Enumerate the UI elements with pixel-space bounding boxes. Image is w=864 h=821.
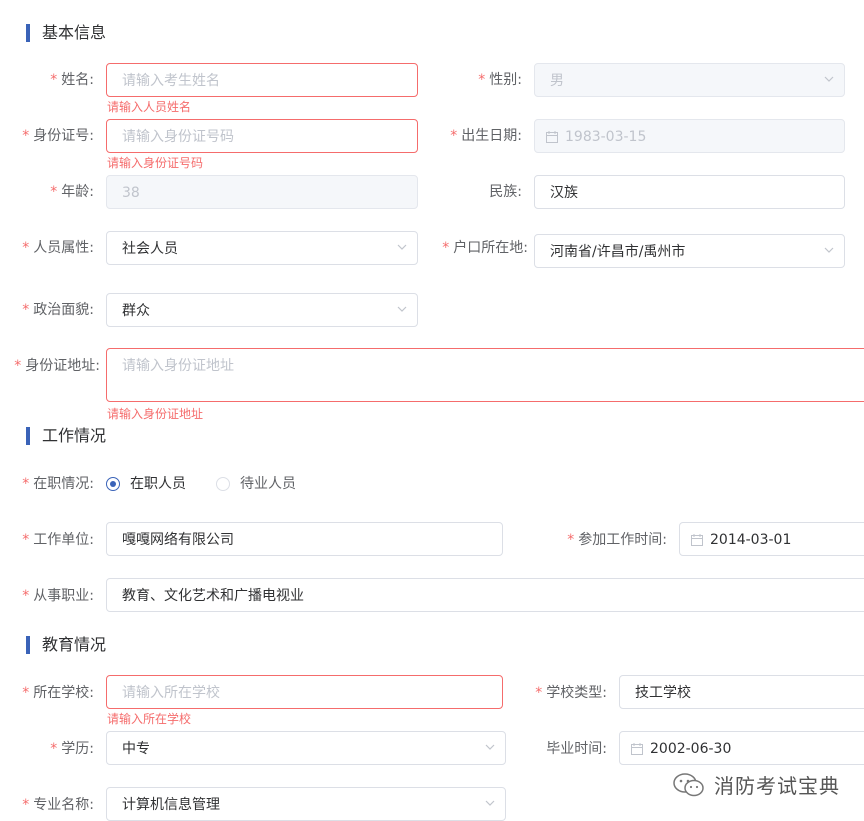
id-address-error: 请输入身份证地址: [107, 407, 204, 421]
radio-employed[interactable]: 在职人员: [106, 474, 186, 494]
calendar-icon: [630, 742, 644, 756]
chevron-down-icon: [485, 743, 495, 751]
gender-label: * 性别:: [478, 72, 522, 88]
ethnicity-label: 民族:: [489, 184, 522, 200]
occupation-select[interactable]: 教育、文化艺术和广播电视业: [106, 578, 864, 612]
gender-select[interactable]: 男: [534, 63, 845, 97]
wechat-icon: [672, 772, 706, 798]
chevron-down-icon: [485, 799, 495, 807]
school-type-label: * 学校类型:: [535, 685, 607, 701]
major-select[interactable]: 计算机信息管理: [106, 787, 506, 821]
calendar-icon: [545, 130, 559, 144]
chevron-down-icon: [824, 246, 834, 254]
id-number-input[interactable]: 请输入身份证号码: [106, 119, 418, 153]
section-title-basic: 基本信息: [42, 23, 107, 42]
degree-select[interactable]: 中专: [106, 731, 506, 765]
employer-input[interactable]: 嘎嘎网络有限公司: [106, 522, 503, 556]
id-address-label: * 身份证地址:: [14, 358, 100, 374]
name-label: * 姓名:: [50, 72, 94, 88]
name-input[interactable]: 请输入考生姓名: [106, 63, 418, 97]
calendar-icon: [690, 533, 704, 547]
section-title-work: 工作情况: [42, 426, 107, 445]
radio-unemployed[interactable]: 待业人员: [216, 474, 296, 494]
age-input[interactable]: 38: [106, 175, 418, 209]
section-bar: [26, 636, 30, 654]
school-input[interactable]: 请输入所在学校: [106, 675, 503, 709]
work-status-label: * 在职情况:: [22, 476, 94, 492]
id-number-label: * 身份证号:: [22, 128, 94, 144]
ethnicity-input[interactable]: 汉族: [534, 175, 845, 209]
id-number-error: 请输入身份证号码: [107, 156, 204, 170]
political-select[interactable]: 群众: [106, 293, 418, 327]
chevron-down-icon: [824, 75, 834, 83]
household-label: * 户口所在地:: [442, 240, 528, 256]
grad-date-picker[interactable]: 2002-06-30: [619, 731, 864, 765]
person-type-select[interactable]: 社会人员: [106, 231, 418, 265]
section-bar: [26, 427, 30, 445]
school-error: 请输入所在学校: [107, 712, 192, 726]
school-type-select[interactable]: 技工学校: [619, 675, 864, 709]
section-title-edu: 教育情况: [42, 635, 107, 654]
occupation-label: * 从事职业:: [22, 588, 94, 604]
start-date-label: * 参加工作时间:: [567, 532, 667, 548]
name-error: 请输入人员姓名: [107, 100, 192, 114]
degree-label: * 学历:: [50, 741, 94, 757]
section-bar: [26, 24, 30, 42]
person-type-label: * 人员属性:: [22, 240, 94, 256]
chevron-down-icon: [397, 243, 407, 251]
school-label: * 所在学校:: [22, 685, 94, 701]
chevron-down-icon: [397, 305, 407, 313]
radio-dot: [216, 477, 230, 491]
watermark: 消防考试宝典: [672, 770, 840, 799]
major-label: * 专业名称:: [22, 797, 94, 813]
age-label: * 年龄:: [50, 184, 94, 200]
radio-dot: [106, 477, 120, 491]
birth-date-label: * 出生日期:: [450, 128, 522, 144]
political-label: * 政治面貌:: [22, 302, 94, 318]
birth-date-picker[interactable]: 1983-03-15: [534, 119, 845, 153]
grad-date-label: 毕业时间:: [546, 741, 607, 757]
id-address-textarea[interactable]: 请输入身份证地址: [106, 348, 864, 402]
household-cascader[interactable]: 河南省/许昌市/禹州市: [534, 234, 845, 268]
employer-label: * 工作单位:: [22, 532, 94, 548]
start-date-picker[interactable]: 2014-03-01: [679, 522, 864, 556]
